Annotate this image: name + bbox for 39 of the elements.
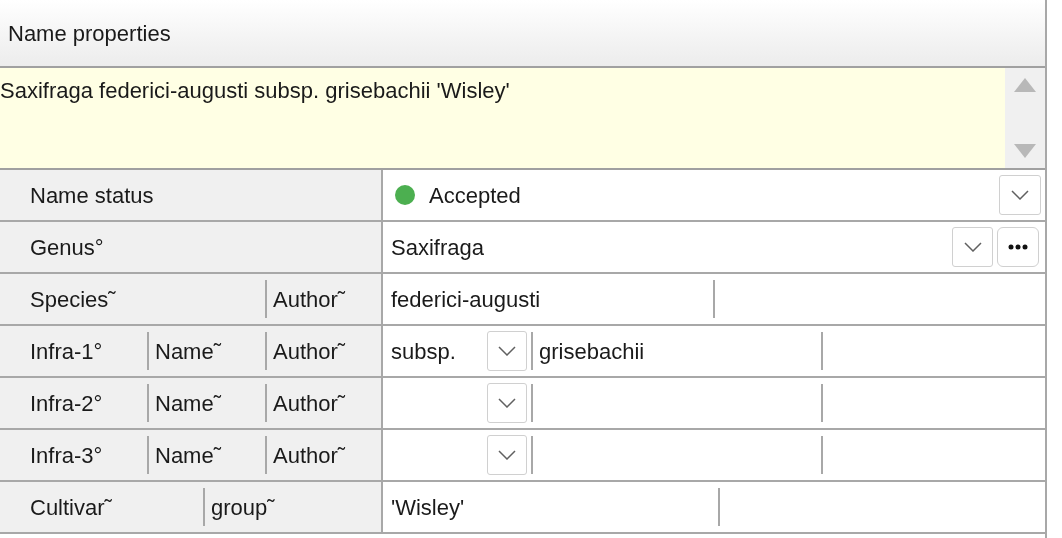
species-field[interactable]: federici-augusti — [383, 274, 713, 324]
chevron-down-icon — [498, 450, 516, 460]
full-name-text: Saxifraga federici-augusti subsp. grisebachii 'Wisley' — [0, 78, 510, 103]
dropdown-button[interactable] — [999, 175, 1041, 215]
rank-field[interactable]: subsp. — [383, 326, 487, 376]
more-icon — [1008, 244, 1028, 250]
author-label: Author˜ — [272, 285, 346, 314]
status-text: Accepted — [429, 181, 521, 210]
sub-label: Name˜ — [154, 389, 221, 418]
cultivar-field[interactable]: 'Wisley' — [383, 482, 718, 532]
author-label: Author˜ — [272, 441, 346, 470]
scroll-down-icon[interactable] — [1014, 144, 1036, 158]
more-button[interactable] — [997, 227, 1039, 267]
row-label: Infra-3° — [29, 441, 103, 470]
chevron-down-icon — [1011, 190, 1029, 200]
infra-name-field[interactable]: grisebachii — [533, 326, 821, 376]
row-label: Cultivar˜ — [29, 493, 112, 522]
sub-label: group˜ — [210, 493, 275, 522]
row-label: Genus° — [29, 233, 104, 262]
row-label: Infra-2° — [29, 389, 103, 418]
dropdown-button[interactable] — [487, 435, 527, 475]
scrollbar[interactable] — [1005, 68, 1045, 168]
row-label: Infra-1° — [29, 337, 103, 366]
author-label: Author˜ — [272, 389, 346, 418]
author-label: Author˜ — [272, 337, 346, 366]
panel-title: Name properties — [8, 19, 171, 48]
status-dropdown[interactable]: Accepted — [383, 170, 999, 220]
row-label: Species˜ — [29, 285, 116, 314]
full-name-field[interactable]: Saxifraga federici-augusti subsp. grisebachii 'Wisley' — [0, 68, 1045, 170]
chevron-down-icon — [498, 398, 516, 408]
row-label: Name status — [29, 181, 154, 210]
chevron-down-icon — [963, 242, 982, 252]
sub-label: Name˜ — [154, 337, 221, 366]
dropdown-button[interactable] — [487, 331, 527, 371]
sub-label: Name˜ — [154, 441, 221, 470]
chevron-down-icon — [498, 346, 516, 356]
scroll-up-icon[interactable] — [1014, 78, 1036, 92]
genus-field[interactable]: Saxifraga — [383, 222, 952, 272]
dropdown-button[interactable] — [487, 383, 527, 423]
